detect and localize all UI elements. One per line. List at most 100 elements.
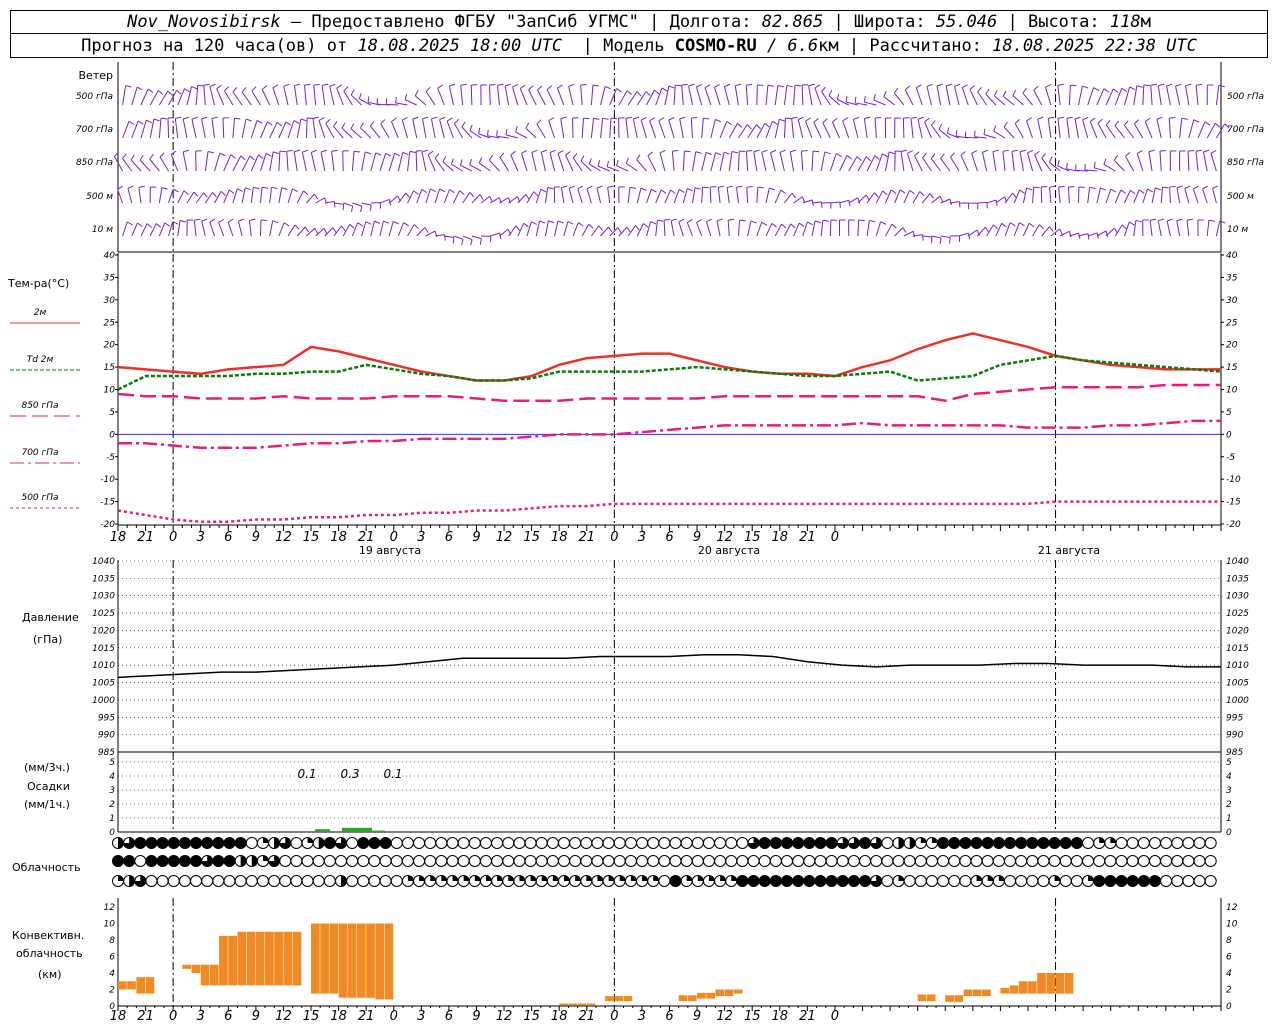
- wind-barb: [223, 189, 230, 204]
- wind-barb: [1133, 189, 1140, 204]
- wind-barb: [1096, 88, 1105, 106]
- wind-barb-flag: [651, 188, 657, 193]
- wind-barb: [241, 91, 252, 106]
- wind-barb-flag: [865, 156, 871, 162]
- precip-bar: [315, 829, 330, 832]
- pressure-ytick-left: 990: [98, 731, 115, 741]
- cloud-cover-mark: [792, 875, 805, 887]
- wind-barb: [177, 190, 185, 204]
- wind-barb: [691, 187, 696, 204]
- wind-barb-flag: [924, 117, 930, 123]
- wind-barb-flag: [322, 83, 329, 86]
- hour-label: 0: [390, 1009, 398, 1024]
- wind-barb: [232, 91, 243, 106]
- wind-barb-flag: [302, 149, 309, 153]
- wind-barb-flag: [636, 154, 641, 160]
- cloud-cover-mark: [435, 855, 448, 867]
- wind-barb-flag: [138, 185, 145, 188]
- wind-barb-flag: [869, 219, 876, 223]
- wind-barb-flag: [182, 149, 189, 153]
- wind-barb-flag: [1134, 119, 1139, 125]
- cloud-cover-mark: [156, 855, 169, 867]
- wind-barb-flag: [395, 96, 397, 103]
- wind-barb-flag: [194, 218, 201, 221]
- wind-barb-flag: [794, 84, 802, 87]
- wind-barb-flag: [786, 84, 793, 88]
- wind-barb: [1176, 220, 1181, 237]
- wind-barb: [1002, 151, 1006, 172]
- wind-barb-flag: [718, 185, 725, 188]
- wind-barb-flag: [1186, 218, 1194, 221]
- wind-barb: [211, 118, 216, 139]
- wind-barb: [965, 136, 978, 139]
- wind-barb: [1124, 221, 1130, 237]
- wind-barb: [915, 87, 923, 106]
- wind-barb: [1157, 220, 1162, 237]
- hour-label: 21: [358, 530, 375, 545]
- wind-barb-flag: [1019, 149, 1027, 153]
- hour-label: 21: [799, 530, 816, 545]
- wind-barb-flag: [244, 187, 251, 191]
- cloud-cover-mark: [914, 855, 927, 867]
- wind-barb: [958, 232, 969, 237]
- cloud-cover-mark: [546, 855, 559, 867]
- wind-barb-flag: [531, 149, 538, 153]
- wind-barb: [627, 187, 631, 204]
- cloud-cover-mark: [814, 875, 827, 887]
- cloud-cover-mark: [256, 875, 269, 887]
- wind-barb-flag: [207, 151, 214, 154]
- cloud-cover-mark: [702, 855, 715, 867]
- wind-barb: [663, 220, 666, 237]
- conv-cloud-bar: [320, 923, 329, 994]
- conv-ytick-left: 6: [109, 953, 115, 963]
- cloud-cover-fill: [931, 837, 938, 843]
- wind-barb-flag: [688, 83, 695, 87]
- wind-barb-flag: [430, 188, 436, 193]
- wind-barb-flag: [1049, 226, 1054, 232]
- wind-barb: [287, 188, 293, 204]
- wind-barb: [469, 164, 482, 172]
- temp-ytick-right: -20: [1226, 520, 1241, 530]
- cloud-cover-mark: [178, 837, 191, 849]
- cloud-cover-mark: [312, 875, 325, 887]
- wind-barb-flag: [540, 188, 547, 193]
- wind-barb-flag: [318, 117, 325, 121]
- cloud-cover-mark: [881, 855, 894, 867]
- wind-barb: [556, 87, 565, 106]
- wind-barb: [632, 119, 638, 139]
- wind-barb: [1049, 187, 1052, 204]
- wind-barb: [512, 86, 519, 106]
- cloud-cover-mark: [424, 855, 437, 867]
- cloud-cover-mark: [680, 837, 693, 849]
- cloud-cover-mark: [1115, 875, 1128, 887]
- wind-barb: [1103, 164, 1116, 172]
- wind-barb-flag: [715, 118, 722, 123]
- wind-barb: [195, 151, 197, 172]
- wind-barb: [269, 220, 274, 237]
- cloud-cover-mark: [669, 875, 682, 887]
- cloud-cover-mark: [881, 837, 894, 849]
- cloud-cover-mark: [959, 837, 972, 849]
- wind-barb-flag: [798, 222, 805, 228]
- wind-barb: [232, 118, 235, 139]
- wind-barb: [443, 189, 450, 204]
- wind-barb-flag: [1034, 150, 1040, 156]
- wind-barb: [1013, 222, 1020, 237]
- wind-barb-flag: [769, 187, 776, 191]
- wind-barb-flag: [597, 160, 601, 167]
- wind-barb-flag: [992, 149, 999, 153]
- wind-barb: [259, 153, 267, 172]
- wind-barb-flag: [1159, 149, 1166, 152]
- cloud-cover-mark: [747, 855, 760, 867]
- temp-ytick-left: -5: [106, 453, 115, 463]
- wind-barb-flag: [249, 218, 256, 221]
- cloud-cover-fill: [731, 875, 737, 881]
- wind-barb: [369, 125, 381, 139]
- conv-cloud-bar: [724, 989, 734, 997]
- wind-barb-flag: [153, 118, 160, 122]
- wind-barb-flag: [300, 118, 307, 122]
- wind-barb: [401, 119, 409, 139]
- cloud-cover-mark: [658, 875, 671, 887]
- wind-barb-flag: [756, 124, 761, 130]
- wind-barb-flag: [1103, 158, 1107, 165]
